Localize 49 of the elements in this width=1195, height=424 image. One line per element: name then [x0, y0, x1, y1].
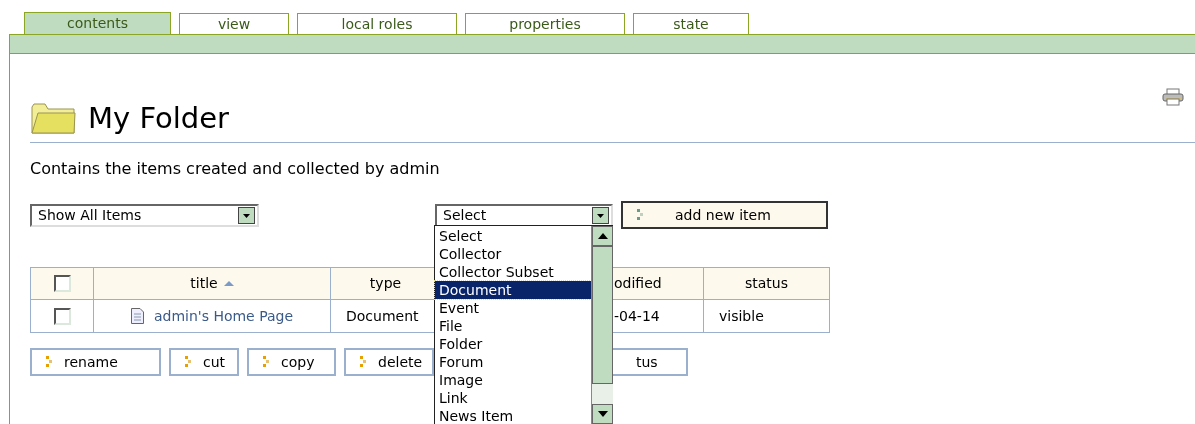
select-value: Select [443, 205, 487, 225]
dropdown-option[interactable]: Event [435, 299, 591, 317]
type-select[interactable]: Select [435, 203, 613, 227]
scroll-up-icon[interactable] [597, 233, 608, 239]
dropdown-option[interactable]: Collector Subset [435, 263, 591, 281]
column-header[interactable]: odified [614, 273, 662, 294]
item-link[interactable]: admin's Home Page [153, 305, 294, 327]
table-cell-text: -04-14 [614, 306, 660, 326]
table-cell-text: visible [719, 306, 764, 326]
checkbox[interactable] [53, 275, 71, 292]
action-button[interactable]: delete [344, 348, 434, 376]
document-icon [130, 308, 144, 324]
tab[interactable]: local roles [297, 13, 457, 34]
column-header[interactable]: status [745, 273, 788, 294]
column-header[interactable]: type [369, 273, 402, 294]
dropdown-option[interactable]: Select [435, 227, 591, 245]
column-header[interactable]: title [190, 273, 218, 294]
folder-description: Contains the items created and collected by admin [30, 158, 441, 180]
table-cell-text: Document [346, 306, 419, 326]
dropdown-option[interactable]: Link [435, 389, 591, 407]
tab[interactable]: state [633, 13, 749, 34]
action-button[interactable]: copy [247, 348, 336, 376]
tab[interactable]: contents [24, 12, 171, 34]
dropdown-option[interactable]: Document [435, 281, 591, 299]
folder-title: My Folder [88, 100, 230, 137]
arrow-bullet-icon [46, 356, 54, 368]
scrollbar[interactable] [591, 226, 613, 424]
arrow-bullet-icon [185, 356, 193, 368]
dropdown-option[interactable]: Collector [435, 245, 591, 263]
sort-ascending-icon[interactable] [223, 280, 234, 287]
arrow-bullet-icon [360, 356, 368, 368]
tab[interactable]: view [179, 13, 289, 34]
select-value: Show All Items [38, 205, 142, 225]
dropdown-option[interactable]: News Item [435, 407, 591, 424]
dropdown-option[interactable]: Forum [435, 353, 591, 371]
print-icon[interactable] [1162, 88, 1184, 106]
action-button[interactable]: cut [169, 348, 239, 376]
dropdown-option[interactable]: File [435, 317, 591, 335]
scroll-down-icon[interactable] [597, 411, 608, 417]
dropdown-option[interactable]: Image [435, 371, 591, 389]
arrow-bullet-icon [263, 356, 271, 368]
checkbox[interactable] [53, 307, 71, 325]
arrow-bullet-icon [637, 209, 645, 221]
tab[interactable]: properties [465, 13, 625, 34]
dropdown-option[interactable]: Folder [435, 335, 591, 353]
action-button[interactable]: rename [30, 348, 161, 376]
filter-select[interactable]: Show All Items [30, 203, 259, 227]
add-item-button[interactable]: add new item [621, 201, 828, 229]
folder-icon [30, 101, 76, 135]
